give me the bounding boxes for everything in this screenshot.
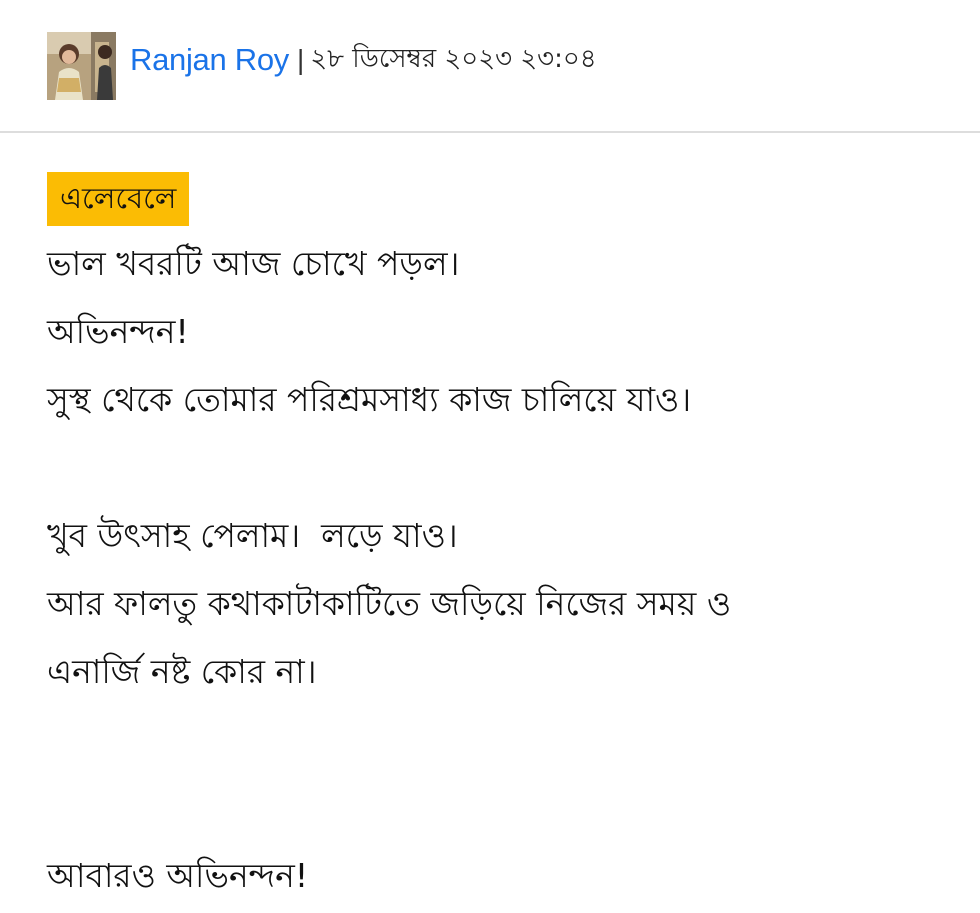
avatar[interactable] — [47, 32, 116, 100]
comment-header: Ranjan Roy | ২৮ ডিসেম্বর ২০২৩ ২৩:০৪ — [0, 0, 980, 133]
comment-line: সুস্থ থেকে তোমার পরিশ্রমসাধ্য কাজ চালিয়… — [47, 380, 692, 419]
comment-line: এনার্জি নষ্ট কোর না। — [47, 652, 317, 691]
avatar-photo-icon — [47, 32, 116, 100]
comment-line: অভিনন্দন! — [47, 312, 189, 351]
paragraph-break — [47, 434, 947, 502]
comment-line: ভাল খবরটি আজ চোখে পড়ল। — [47, 244, 460, 283]
comment-timestamp: ২৮ ডিসেম্বর ২০২৩ ২৩:০৪ — [310, 44, 597, 74]
author-link[interactable]: Ranjan Roy — [130, 42, 289, 78]
comment-line: আবারও অভিনন্দন! — [47, 856, 309, 895]
comment-meta: Ranjan Roy | ২৮ ডিসেম্বর ২০২৩ ২৩:০৪ — [130, 38, 597, 82]
comment-line: খুব উৎসাহ পেলাম। লড়ে যাও। — [47, 516, 458, 555]
comment-line: আর ফালতু কথাকাটাকাটিতে জড়িয়ে নিজের সময… — [47, 584, 732, 623]
comment-tag: এলেবেলে — [47, 172, 190, 226]
meta-separator: | — [296, 44, 305, 75]
comment-body: এলেবেলে ভাল খবরটি আজ চোখে পড়ল। অভিনন্দন… — [47, 172, 947, 910]
paragraph-break — [47, 706, 947, 842]
